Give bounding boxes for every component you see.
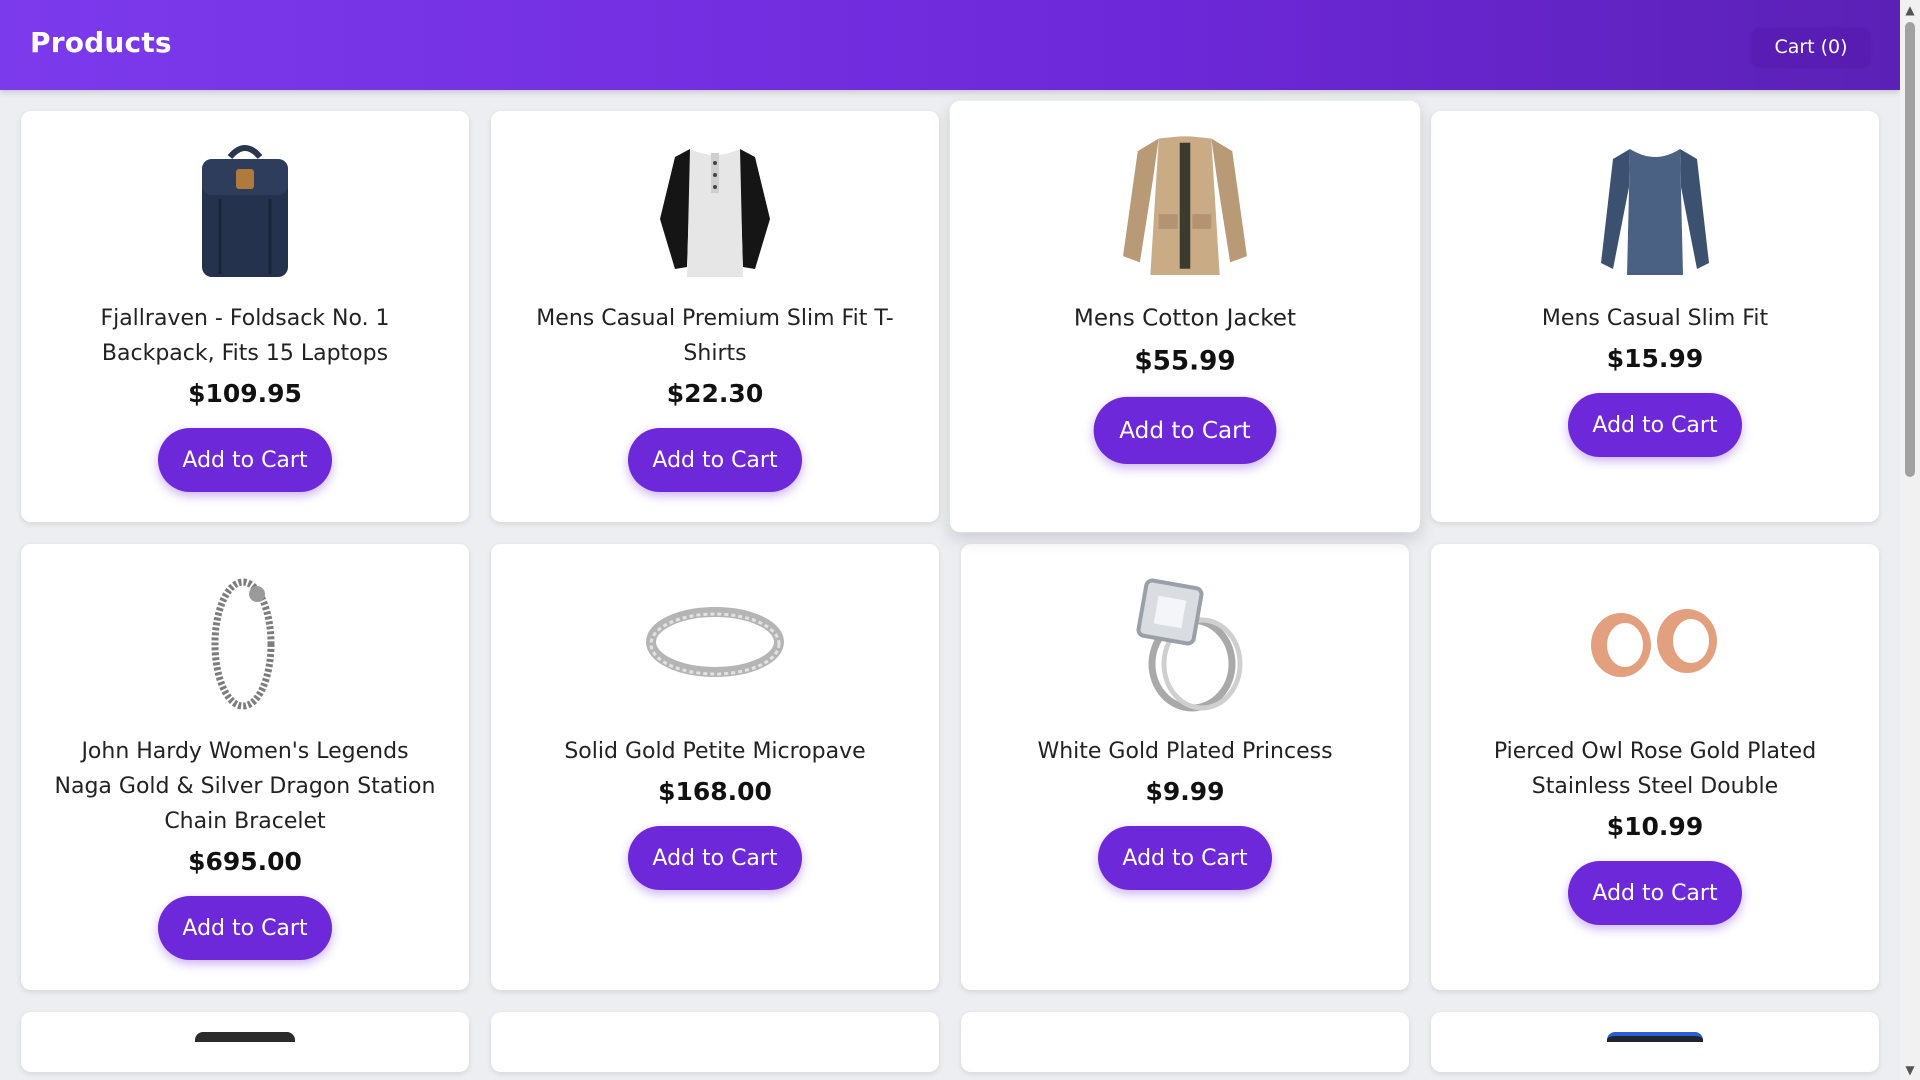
add-to-cart-button[interactable]: Add to Cart xyxy=(158,428,332,492)
earrings-icon xyxy=(1585,572,1725,712)
add-to-cart-button[interactable]: Add to Cart xyxy=(1568,393,1742,457)
product-price: $168.00 xyxy=(658,777,772,806)
bracelet-icon xyxy=(175,572,315,712)
product-card: Mens Cotton Jacket $55.99 Add to Cart xyxy=(949,100,1421,533)
vertical-scrollbar[interactable]: ▲ ▼ xyxy=(1900,0,1920,1080)
product-card xyxy=(491,1012,939,1072)
product-card: Mens Casual Slim Fit $15.99 Add to Cart xyxy=(1431,111,1879,522)
product-card: White Gold Plated Princess $9.99 Add to … xyxy=(961,544,1409,990)
product-card: Solid Gold Petite Micropave $168.00 Add … xyxy=(491,544,939,990)
product-card xyxy=(21,1012,469,1072)
scroll-down-icon[interactable]: ▼ xyxy=(1900,1062,1920,1078)
product-price: $695.00 xyxy=(188,847,302,876)
page-title: Products xyxy=(30,26,172,59)
backpack-icon xyxy=(175,139,315,279)
add-to-cart-button[interactable]: Add to Cart xyxy=(1568,861,1742,925)
product-image xyxy=(195,1032,295,1042)
add-to-cart-button[interactable]: Add to Cart xyxy=(158,896,332,960)
tshirt-icon xyxy=(645,139,785,279)
add-to-cart-button[interactable]: Add to Cart xyxy=(628,826,802,890)
product-title[interactable]: Pierced Owl Rose Gold Plated Stainless S… xyxy=(1451,734,1859,804)
product-title[interactable]: Mens Casual Premium Slim Fit T-Shirts xyxy=(511,301,919,371)
product-title[interactable]: Fjallraven - Foldsack No. 1 Backpack, Fi… xyxy=(41,301,449,371)
add-to-cart-button[interactable]: Add to Cart xyxy=(1094,396,1276,465)
product-card xyxy=(961,1012,1409,1072)
product-card: Pierced Owl Rose Gold Plated Stainless S… xyxy=(1431,544,1879,990)
product-grid: Fjallraven - Foldsack No. 1 Backpack, Fi… xyxy=(21,100,1881,1072)
product-title[interactable]: John Hardy Women's Legends Naga Gold & S… xyxy=(41,734,449,839)
product-price: $109.95 xyxy=(188,379,302,408)
product-card: Fjallraven - Foldsack No. 1 Backpack, Fi… xyxy=(21,111,469,522)
product-price: $10.99 xyxy=(1606,812,1704,841)
product-price: $55.99 xyxy=(1134,345,1236,376)
scroll-up-icon[interactable]: ▲ xyxy=(1900,2,1920,18)
product-card: John Hardy Women's Legends Naga Gold & S… xyxy=(21,544,469,990)
product-price: $9.99 xyxy=(1145,777,1225,806)
scrollbar-thumb[interactable] xyxy=(1905,22,1915,477)
ring-icon xyxy=(645,572,785,712)
cart-button[interactable]: Cart (0) xyxy=(1752,28,1870,66)
jacket-icon xyxy=(1112,130,1259,277)
product-price: $15.99 xyxy=(1606,344,1704,373)
add-to-cart-button[interactable]: Add to Cart xyxy=(1098,826,1272,890)
product-card: Mens Casual Premium Slim Fit T-Shirts $2… xyxy=(491,111,939,522)
product-price: $22.30 xyxy=(666,379,764,408)
product-image xyxy=(1607,1032,1703,1042)
product-title[interactable]: Mens Cotton Jacket xyxy=(1063,300,1306,337)
product-title[interactable]: Solid Gold Petite Micropave xyxy=(554,734,875,769)
top-header: Products Cart (0) xyxy=(0,0,1900,90)
longsleeve-icon xyxy=(1585,139,1725,279)
diamond-ring-icon xyxy=(1115,572,1255,712)
add-to-cart-button[interactable]: Add to Cart xyxy=(628,428,802,492)
product-title[interactable]: Mens Casual Slim Fit xyxy=(1532,301,1778,336)
product-card xyxy=(1431,1012,1879,1072)
product-title[interactable]: White Gold Plated Princess xyxy=(1027,734,1342,769)
